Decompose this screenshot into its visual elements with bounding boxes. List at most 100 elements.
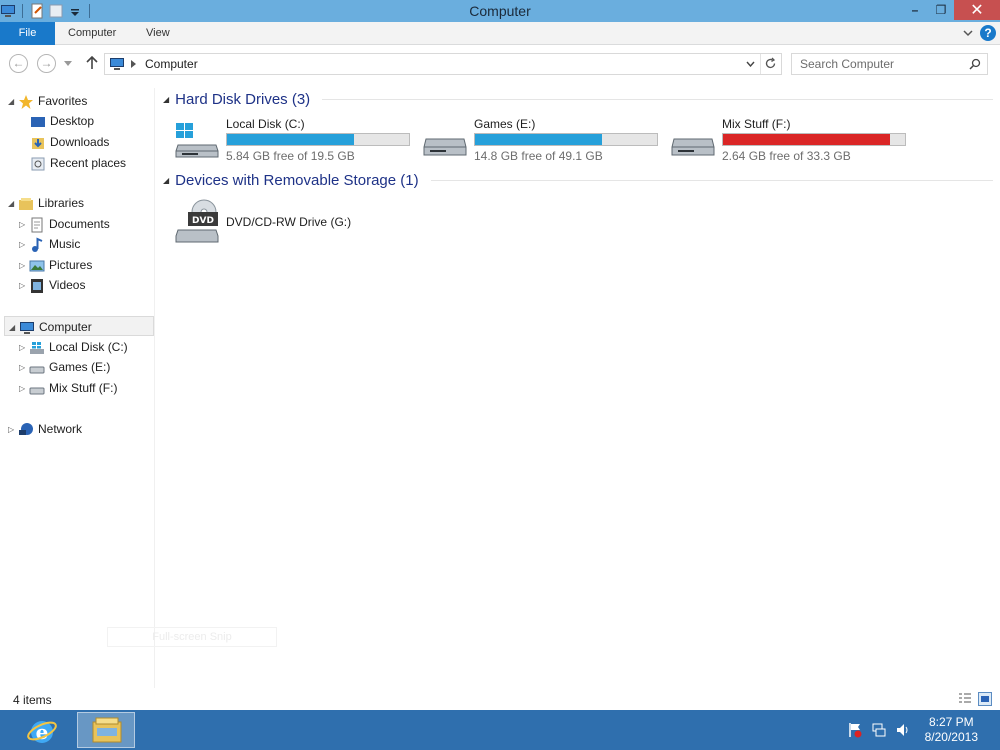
search-input[interactable] bbox=[792, 54, 962, 74]
windows-drive-icon bbox=[175, 123, 219, 158]
forward-button[interactable]: → bbox=[37, 54, 56, 73]
nav-label: Recent places bbox=[50, 156, 127, 170]
ribbon-tabs: File Computer View ? bbox=[0, 22, 1000, 45]
nav-downloads[interactable]: Downloads bbox=[30, 132, 109, 152]
expand-arrow-icon[interactable]: ▷ bbox=[8, 420, 18, 440]
nav-label: Music bbox=[49, 237, 81, 251]
nav-music[interactable]: ▷ Music bbox=[19, 234, 80, 254]
address-bar[interactable]: Computer bbox=[104, 53, 782, 75]
expand-arrow-icon[interactable]: ▷ bbox=[19, 379, 29, 399]
group-hard-disk-drives[interactable]: ◢ Hard Disk Drives (3) bbox=[163, 91, 993, 108]
group-title: Hard Disk Drives (3) bbox=[175, 91, 311, 108]
nav-network[interactable]: ▷ Network bbox=[8, 419, 82, 439]
nav-documents[interactable]: ▷ Documents bbox=[19, 214, 110, 234]
collapse-arrow-icon[interactable]: ◢ bbox=[9, 318, 19, 338]
nav-computer[interactable]: ◢ Computer bbox=[4, 316, 154, 336]
action-center-flag-icon[interactable] bbox=[847, 722, 863, 738]
collapse-arrow-icon[interactable]: ◢ bbox=[163, 95, 169, 104]
large-icons-view-icon[interactable] bbox=[978, 692, 992, 706]
file-explorer-button[interactable] bbox=[77, 712, 135, 748]
help-icon[interactable]: ? bbox=[980, 25, 996, 41]
restore-button[interactable]: ❐ bbox=[928, 0, 954, 20]
collapse-arrow-icon[interactable]: ◢ bbox=[8, 194, 18, 214]
drive-free-space: 2.64 GB free of 33.3 GB bbox=[722, 149, 851, 163]
drive-usage-bar bbox=[722, 133, 906, 146]
item-count: 4 items bbox=[13, 693, 52, 707]
nav-label: Games (E:) bbox=[49, 360, 111, 374]
expand-arrow-icon[interactable]: ▷ bbox=[19, 215, 29, 235]
close-button[interactable]: ✕ bbox=[954, 0, 1000, 20]
nav-local-disk-c[interactable]: ▷ Local Disk (C:) bbox=[19, 337, 128, 357]
title-bar: Computer – ❐ ✕ bbox=[0, 0, 1000, 22]
internet-explorer-button[interactable]: e bbox=[13, 712, 71, 748]
nav-label: Pictures bbox=[49, 258, 93, 272]
nav-label: Desktop bbox=[50, 114, 95, 128]
refresh-icon[interactable] bbox=[764, 57, 777, 70]
back-button[interactable]: ← bbox=[9, 54, 28, 73]
nav-games-e[interactable]: ▷ Games (E:) bbox=[19, 357, 110, 377]
nav-desktop[interactable]: Desktop bbox=[30, 111, 94, 131]
desktop-icon bbox=[31, 116, 45, 127]
drive-games-e[interactable]: Games (E:) 14.8 GB free of 49.1 GB bbox=[422, 117, 662, 163]
nav-libraries[interactable]: ◢ Libraries bbox=[8, 193, 84, 213]
drive-name: DVD/CD-RW Drive (G:) bbox=[226, 215, 352, 229]
group-title: Devices with Removable Storage (1) bbox=[175, 172, 419, 189]
group-divider bbox=[430, 180, 993, 181]
expand-arrow-icon[interactable]: ▷ bbox=[19, 235, 29, 255]
drive-usage-fill bbox=[227, 134, 355, 145]
recent-locations-icon[interactable] bbox=[64, 61, 72, 67]
collapse-arrow-icon[interactable]: ◢ bbox=[8, 92, 18, 112]
drive-usage-fill bbox=[475, 134, 603, 145]
hard-drive-icon bbox=[29, 366, 45, 374]
recent-places-icon bbox=[31, 157, 45, 171]
nav-label: Favorites bbox=[38, 94, 88, 108]
tab-computer[interactable]: Computer bbox=[68, 22, 116, 45]
close-icon: ✕ bbox=[970, 2, 984, 19]
drive-usage-bar bbox=[226, 133, 410, 146]
network-status-icon[interactable] bbox=[871, 722, 887, 738]
details-view-icon[interactable] bbox=[958, 692, 972, 706]
expand-arrow-icon[interactable]: ▷ bbox=[19, 256, 29, 276]
hard-drive-icon bbox=[423, 138, 467, 156]
address-dropdown-icon[interactable] bbox=[746, 61, 755, 67]
hard-drive-icon bbox=[29, 387, 45, 395]
breadcrumb-chevron-icon[interactable] bbox=[131, 60, 137, 68]
snip-hint: Full-screen Snip bbox=[107, 627, 277, 647]
expand-arrow-icon[interactable]: ▷ bbox=[19, 358, 29, 378]
computer-icon bbox=[20, 321, 34, 334]
nav-label: Computer bbox=[39, 320, 92, 334]
breadcrumb[interactable]: Computer bbox=[145, 57, 198, 71]
volume-icon[interactable] bbox=[895, 722, 911, 738]
forward-arrow-icon: → bbox=[40, 56, 53, 70]
downloads-icon bbox=[32, 137, 44, 149]
drive-usage-bar bbox=[474, 133, 658, 146]
videos-icon bbox=[31, 278, 43, 293]
up-arrow-icon[interactable] bbox=[85, 56, 99, 70]
group-removable-storage[interactable]: ◢ Devices with Removable Storage (1) bbox=[163, 172, 993, 189]
tab-file[interactable]: File bbox=[0, 22, 55, 45]
collapse-arrow-icon[interactable]: ◢ bbox=[163, 176, 169, 185]
navigation-pane: ◢ Favorites Desktop Downloads Recent plac… bbox=[0, 88, 155, 688]
nav-videos[interactable]: ▷ Videos bbox=[19, 275, 85, 295]
clock-date: 8/20/2013 bbox=[924, 730, 978, 744]
expand-arrow-icon[interactable]: ▷ bbox=[19, 338, 29, 358]
expand-arrow-icon[interactable]: ▷ bbox=[19, 276, 29, 296]
tab-view[interactable]: View bbox=[146, 22, 170, 45]
search-icon[interactable] bbox=[969, 58, 981, 70]
nav-favorites[interactable]: ◢ Favorites bbox=[8, 91, 87, 111]
drive-name: Mix Stuff (F:) bbox=[722, 117, 791, 131]
drive-dvd-g[interactable]: DVD DVD/CD-RW Drive (G:) bbox=[174, 198, 414, 243]
system-tray: 8:27 PM 8/20/2013 bbox=[847, 710, 1000, 750]
drive-mix-stuff-f[interactable]: Mix Stuff (F:) 2.64 GB free of 33.3 GB bbox=[670, 117, 910, 163]
drive-local-disk-c[interactable]: Local Disk (C:) 5.84 GB free of 19.5 GB bbox=[174, 117, 414, 163]
group-divider bbox=[322, 99, 993, 100]
address-divider bbox=[760, 54, 761, 74]
minimize-button[interactable]: – bbox=[902, 0, 928, 20]
clock[interactable]: 8:27 PM 8/20/2013 bbox=[925, 715, 978, 745]
nav-pictures[interactable]: ▷ Pictures bbox=[19, 255, 92, 275]
expand-ribbon-icon[interactable] bbox=[962, 27, 974, 39]
pictures-icon bbox=[29, 260, 45, 272]
nav-mix-stuff-f[interactable]: ▷ Mix Stuff (F:) bbox=[19, 378, 117, 398]
navigation-bar: ← → Computer bbox=[0, 46, 1000, 80]
nav-recent-places[interactable]: Recent places bbox=[30, 153, 126, 173]
